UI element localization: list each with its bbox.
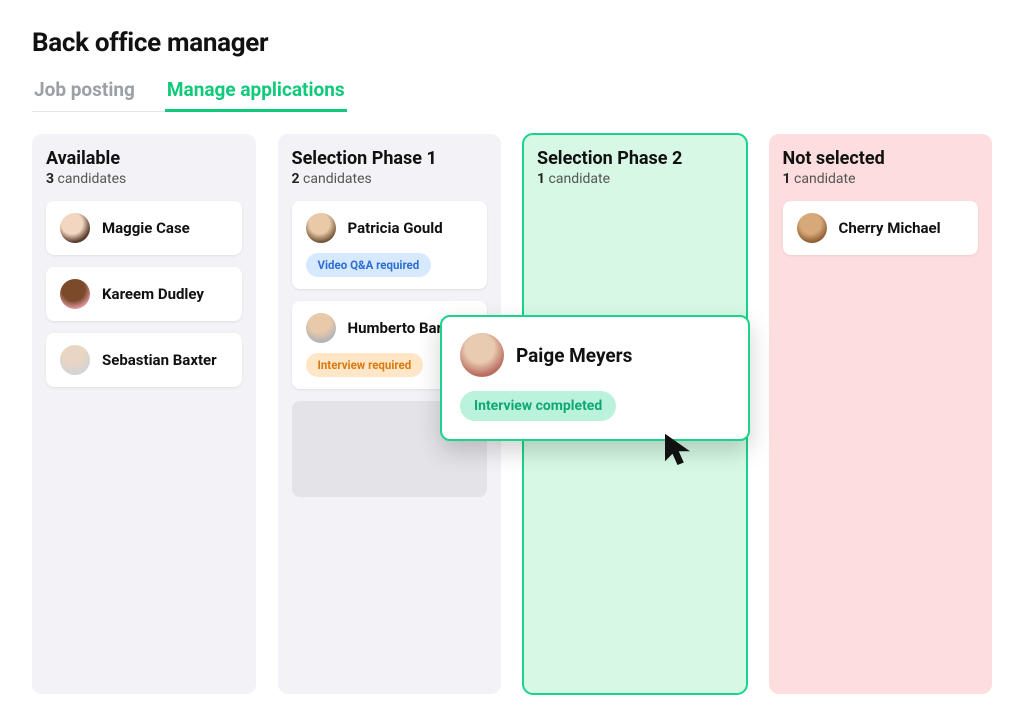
candidate-name: Sebastian Baxter (102, 351, 217, 369)
dragged-candidate-card[interactable]: Paige Meyers Interview completed (440, 315, 750, 441)
avatar (60, 345, 90, 375)
column-subtitle: 2 candidates (292, 171, 488, 187)
avatar (306, 213, 336, 243)
column-subtitle: 1 candidate (537, 171, 733, 187)
column-title: Selection Phase 1 (292, 148, 488, 169)
column-available[interactable]: Available 3 candidates Maggie Case Karee… (32, 134, 256, 694)
avatar (60, 213, 90, 243)
candidate-name: Maggie Case (102, 219, 190, 237)
page-title: Back office manager (32, 28, 992, 58)
candidate-name: Cherry Michael (839, 219, 941, 237)
candidate-card[interactable]: Kareem Dudley (46, 267, 242, 321)
column-title: Not selected (783, 148, 979, 169)
column-not-selected[interactable]: Not selected 1 candidate Cherry Michael (769, 134, 993, 694)
tab-manage-applications[interactable]: Manage applications (165, 72, 347, 112)
candidate-name: Kareem Dudley (102, 285, 204, 303)
candidate-card[interactable]: Patricia Gould Video Q&A required (292, 201, 488, 289)
column-subtitle: 3 candidates (46, 171, 242, 187)
column-title: Selection Phase 2 (537, 148, 733, 169)
tab-job-posting[interactable]: Job posting (32, 72, 137, 112)
candidate-card[interactable]: Maggie Case (46, 201, 242, 255)
column-subtitle: 1 candidate (783, 171, 979, 187)
avatar (60, 279, 90, 309)
column-title: Available (46, 148, 242, 169)
tab-bar: Job posting Manage applications (32, 72, 347, 112)
candidate-name: Patricia Gould (348, 219, 443, 237)
status-badge: Video Q&A required (306, 253, 432, 277)
avatar (460, 333, 504, 377)
candidate-card[interactable]: Sebastian Baxter (46, 333, 242, 387)
status-badge: Interview completed (460, 391, 616, 421)
status-badge: Interview required (306, 353, 424, 377)
candidate-name: Paige Meyers (516, 344, 632, 367)
avatar (797, 213, 827, 243)
avatar (306, 313, 336, 343)
candidate-card[interactable]: Cherry Michael (783, 201, 979, 255)
